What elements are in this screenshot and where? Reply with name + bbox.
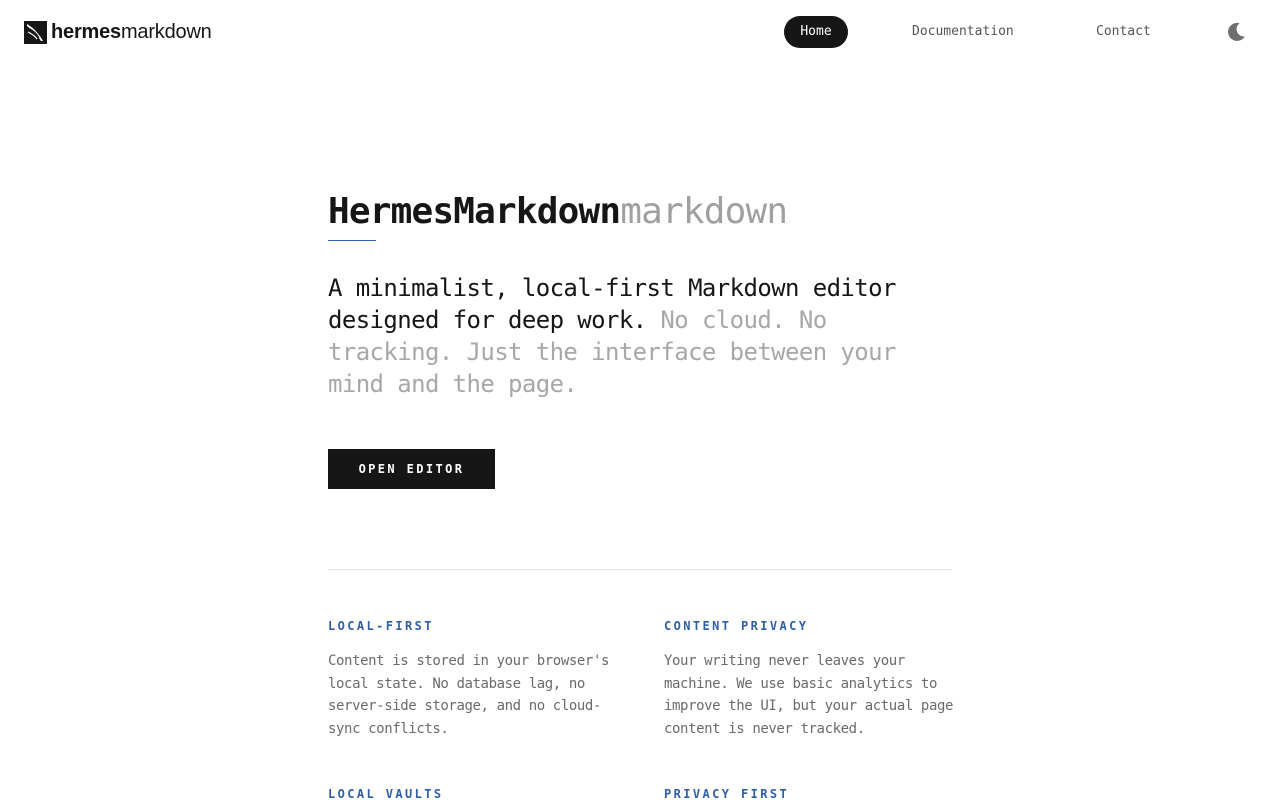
title-underline bbox=[328, 240, 376, 241]
feature-description: Your writing never leaves your machine. … bbox=[664, 653, 954, 737]
site-header: hermesmarkdown Home Documentation Contac… bbox=[0, 0, 1280, 64]
feature-title: LOCAL-FIRST bbox=[328, 619, 434, 633]
feature-privacy-first: PRIVACY FIRST bbox=[664, 786, 954, 800]
title-muted: markdown bbox=[620, 191, 788, 232]
feature-title: PRIVACY FIRST bbox=[664, 787, 790, 800]
feature-local-vaults: LOCAL VAULTS bbox=[328, 786, 618, 800]
feature-description: Content is stored in your browser's loca… bbox=[328, 653, 610, 737]
nav-home-link[interactable]: Home bbox=[784, 16, 848, 48]
section-divider bbox=[328, 569, 952, 570]
brand-name-bold: hermes bbox=[51, 21, 121, 43]
page-title: HermesMarkdownmarkdown bbox=[328, 190, 788, 234]
brand-name-regular: markdown bbox=[120, 21, 212, 43]
title-main: HermesMarkdown bbox=[328, 191, 621, 232]
brand-logo[interactable]: hermesmarkdown bbox=[24, 20, 212, 44]
quill-icon bbox=[24, 20, 47, 44]
feature-title: LOCAL VAULTS bbox=[328, 787, 444, 800]
open-editor-button[interactable]: OPEN EDITOR bbox=[328, 449, 495, 489]
nav-documentation-link[interactable]: Documentation bbox=[912, 16, 1014, 48]
nav-contact-link[interactable]: Contact bbox=[1096, 16, 1151, 48]
feature-content-privacy: CONTENT PRIVACY Your writing never leave… bbox=[664, 618, 954, 740]
hero-tagline: A minimalist, local-first Markdown edito… bbox=[328, 272, 908, 400]
feature-local-first: LOCAL-FIRST Content is stored in your br… bbox=[328, 618, 618, 740]
feature-title: CONTENT PRIVACY bbox=[664, 619, 809, 633]
brand-name: hermesmarkdown bbox=[51, 20, 212, 44]
moon-icon[interactable] bbox=[1224, 20, 1248, 44]
